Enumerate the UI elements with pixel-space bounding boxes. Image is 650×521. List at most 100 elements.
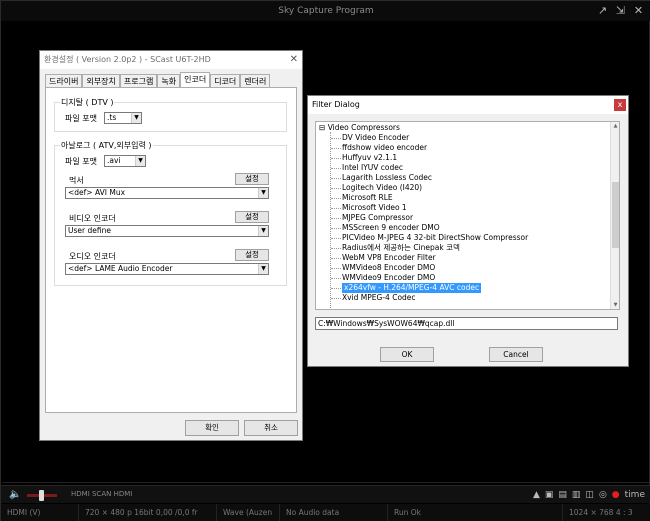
- list-icon[interactable]: ▤: [558, 488, 567, 502]
- analog-file-format-select[interactable]: .avi ▼: [104, 155, 146, 167]
- tree-item[interactable]: DV Video Encoder: [342, 133, 409, 143]
- close-icon[interactable]: ✕: [632, 4, 645, 17]
- tree-connector: [331, 188, 341, 189]
- settings-title: 환경설정 ( Version 2.0p2 ) - SCast U6T-2HD: [44, 55, 211, 64]
- analog-file-format-label: 파일 포맷: [65, 157, 97, 166]
- tree-item[interactable]: MSScreen 9 encoder DMO: [342, 223, 440, 233]
- audio-encoder-settings-button[interactable]: 설정: [235, 249, 269, 261]
- snapshot-icon[interactable]: ▣: [545, 488, 554, 502]
- digital-group: 디지탈 ( DTV ) 파일 포맷 .ts ▼: [54, 97, 287, 132]
- speaker-icon[interactable]: 🔈: [9, 489, 21, 500]
- encoder-tab-page: 디지탈 ( DTV ) 파일 포맷 .ts ▼ 아날로그 ( ATV,외부입력 …: [45, 87, 297, 413]
- filter-ok-button[interactable]: OK: [380, 347, 434, 362]
- tree-item[interactable]: WebM VP8 Encoder Filter: [342, 253, 436, 263]
- chevron-down-icon: ▼: [135, 156, 145, 166]
- tab-driver[interactable]: 드라이버: [45, 74, 83, 88]
- tab-renderer[interactable]: 렌더러: [240, 74, 271, 88]
- tree-connector: [331, 148, 341, 149]
- close-icon[interactable]: ✕: [290, 51, 298, 69]
- filter-title: Filter Dialog: [312, 100, 360, 109]
- source-label: HDMI SCAN HDMI: [71, 490, 133, 498]
- chevron-down-icon: ▼: [258, 188, 268, 198]
- analog-group-title: 아날로그 ( ATV,외부입력 ): [60, 140, 153, 151]
- tree-connector: [331, 208, 341, 209]
- audio-encoder-select[interactable]: <def> LAME Audio Encoder ▼: [65, 263, 269, 275]
- scroll-down-icon[interactable]: ▼: [611, 302, 619, 308]
- scrollbar-thumb[interactable]: [612, 182, 619, 248]
- digital-file-format-value: .ts: [107, 113, 117, 122]
- tree-connector: [331, 218, 341, 219]
- tree-connector: [331, 178, 341, 179]
- analog-file-format-value: .avi: [107, 156, 121, 165]
- fullscreen-icon[interactable]: ⇲: [614, 4, 627, 17]
- tree-connector: [331, 198, 341, 199]
- filter-cancel-button[interactable]: Cancel: [489, 347, 543, 362]
- video-encoder-label: 비디오 인코더: [69, 214, 116, 223]
- tab-recording[interactable]: 녹화: [157, 74, 181, 88]
- analog-group: 아날로그 ( ATV,외부입력 ) 파일 포맷 .avi ▼ 먹서 설정 <de…: [54, 140, 287, 286]
- tree-connector: [331, 288, 341, 289]
- settings-title-bar: 환경설정 ( Version 2.0p2 ) - SCast U6T-2HD ✕: [40, 51, 302, 69]
- status-bar: HDMI (V) 720 × 480 p 16bit 0,00 /0,0 fr …: [1, 504, 650, 521]
- tree-root-row[interactable]: ⊟ Video Compressors: [319, 123, 400, 133]
- video-encoder-settings-button[interactable]: 설정: [235, 211, 269, 223]
- status-state: Run Ok: [388, 504, 563, 521]
- tree-item[interactable]: PICVideo M-JPEG 4 32-bit DirectShow Comp…: [342, 233, 528, 243]
- tree-connector: [331, 168, 341, 169]
- tree-item[interactable]: MJPEG Compressor: [342, 213, 413, 223]
- display-icon[interactable]: ◫: [585, 488, 594, 502]
- tree-scrollbar[interactable]: ▲ ▼: [610, 122, 619, 309]
- app-title-bar: Sky Capture Program ↗ ⇲ ✕: [1, 1, 650, 21]
- tree-connector: [331, 298, 341, 299]
- filter-tree[interactable]: ⊟ Video Compressors DV Video Encoder ffds…: [315, 121, 620, 310]
- window-controls: ↗ ⇲ ✕: [596, 4, 645, 17]
- tree-item[interactable]: ffdshow video encoder: [342, 143, 427, 153]
- tree-item[interactable]: x264vfw - H.264/MPEG-4 AVC codec: [342, 283, 482, 293]
- tree-item[interactable]: Lagarith Lossless Codec: [342, 173, 432, 183]
- muxer-value: <def> AVI Mux: [68, 188, 126, 197]
- tree-item[interactable]: Logitech Video (I420): [342, 183, 422, 193]
- muxer-settings-button[interactable]: 설정: [235, 173, 269, 185]
- tab-external-device[interactable]: 외부장치: [82, 74, 120, 88]
- filter-title-bar: Filter Dialog x: [308, 96, 628, 114]
- tree-item[interactable]: Microsoft RLE: [342, 193, 393, 203]
- muxer-select[interactable]: <def> AVI Mux ▼: [65, 187, 269, 199]
- tree-item[interactable]: Xvid MPEG-4 Codec: [342, 293, 416, 303]
- tree-item[interactable]: Radius에서 제공하는 Cinepak 코덱: [342, 243, 460, 253]
- tree-connector: [331, 228, 341, 229]
- filter-path-field[interactable]: C:₩Windows₩SysWOW64₩qcap.dll: [315, 317, 618, 330]
- record-icon[interactable]: ●: [612, 488, 620, 502]
- tree-connector: [331, 238, 341, 239]
- close-icon[interactable]: x: [614, 99, 626, 111]
- eject-icon[interactable]: ▲: [533, 488, 540, 502]
- panel-icon[interactable]: ▥: [572, 488, 581, 502]
- tree-item[interactable]: Microsoft Video 1: [342, 203, 407, 213]
- resize-icon[interactable]: ↗: [596, 4, 609, 17]
- tree-connector: [331, 268, 341, 269]
- volume-slider-handle[interactable]: [39, 490, 44, 501]
- digital-file-format-label: 파일 포맷: [65, 114, 97, 123]
- tree-item[interactable]: Huffyuv v2.1.1: [342, 153, 397, 163]
- video-encoder-select[interactable]: User define ▼: [65, 225, 269, 237]
- cancel-button[interactable]: 취소: [244, 420, 298, 436]
- digital-file-format-select[interactable]: .ts ▼: [104, 112, 142, 124]
- status-audio-data: No Audio data: [280, 504, 388, 521]
- tab-encoder[interactable]: 인코더: [180, 72, 211, 88]
- tree-item[interactable]: WMVideo9 Encoder DMO: [342, 273, 435, 283]
- tree-root-label: Video Compressors: [327, 123, 400, 132]
- ok-button[interactable]: 확인: [185, 420, 239, 436]
- collapse-icon[interactable]: ⊟: [319, 123, 325, 132]
- status-resolution: 1024 × 768 4 : 3: [569, 508, 633, 517]
- muxer-label: 먹서: [69, 176, 84, 185]
- chevron-down-icon: ▼: [258, 226, 268, 236]
- tree-connector: [331, 278, 341, 279]
- tree-item[interactable]: WMVideo8 Encoder DMO: [342, 263, 435, 273]
- tab-decoder[interactable]: 디코더: [210, 74, 241, 88]
- scroll-up-icon[interactable]: ▲: [611, 123, 619, 129]
- loop-icon[interactable]: ◎: [599, 488, 607, 502]
- tree-item[interactable]: Intel IYUV codec: [342, 163, 403, 173]
- tab-program[interactable]: 프로그램: [119, 74, 158, 88]
- control-icons: ▲ ▣ ▤ ▥ ◫ ◎ ● time: [533, 488, 645, 502]
- tree-connector: [331, 258, 341, 259]
- audio-encoder-value: <def> LAME Audio Encoder: [68, 264, 173, 273]
